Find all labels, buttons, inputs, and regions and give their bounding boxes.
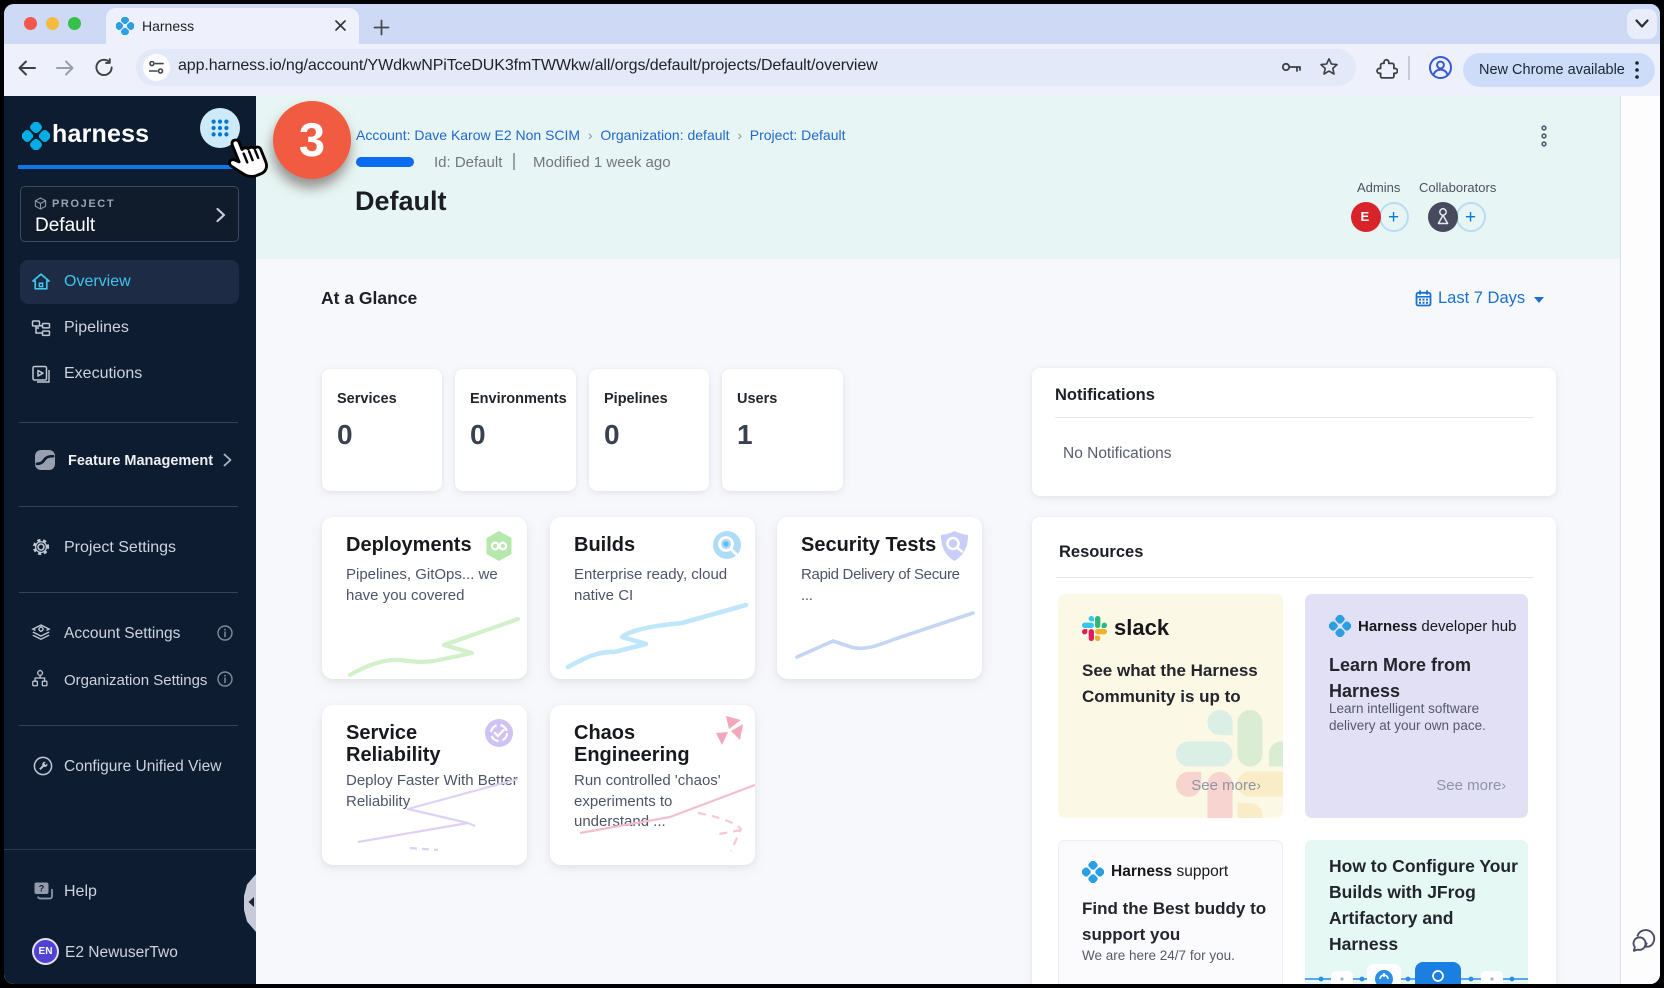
svg-text:?: ? xyxy=(39,884,45,894)
